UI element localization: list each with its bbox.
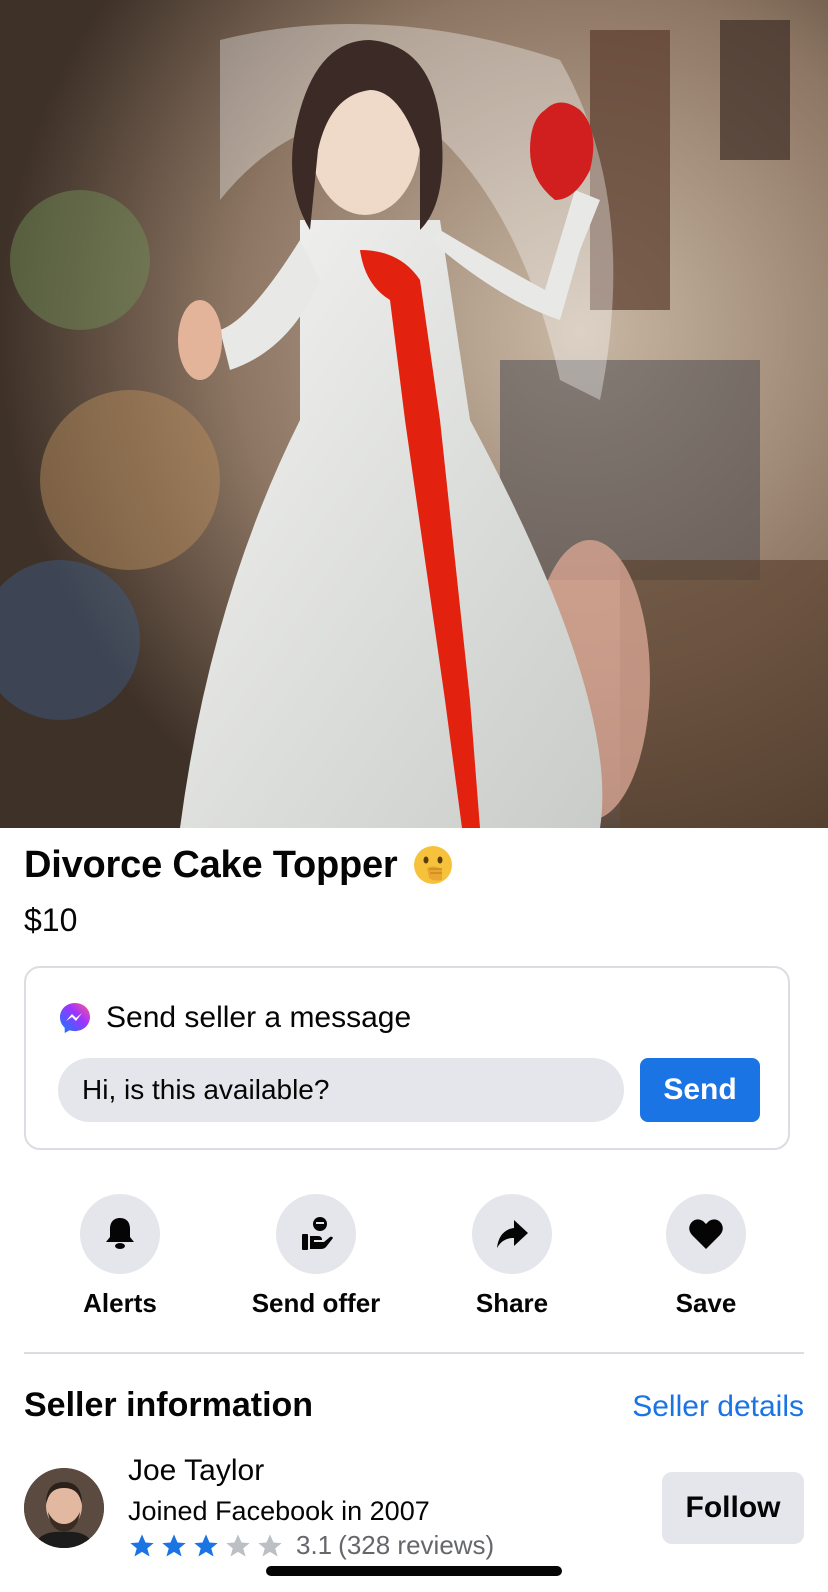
follow-button[interactable]: Follow: [662, 1472, 804, 1544]
save-button[interactable]: Save: [616, 1194, 796, 1320]
cake-topper-illustration: [0, 0, 828, 828]
product-photo: [0, 0, 828, 828]
alerts-button[interactable]: Alerts: [30, 1194, 210, 1320]
share-circle[interactable]: [472, 1194, 552, 1274]
heart-icon: [689, 1219, 723, 1249]
seller-details-link[interactable]: Seller details: [632, 1388, 804, 1426]
send-offer-label: Send offer: [251, 1288, 381, 1318]
star-icon: [226, 1533, 250, 1556]
share-arrow-icon: [497, 1220, 528, 1248]
save-circle[interactable]: [666, 1194, 746, 1274]
send-button[interactable]: Send: [640, 1058, 760, 1122]
review-count[interactable]: (328 reviews): [338, 1530, 494, 1561]
listing-title: Divorce Cake Topper: [24, 844, 398, 886]
home-indicator: [266, 1566, 562, 1576]
seller-rating: 3.1 (328 reviews): [128, 1530, 494, 1561]
seller-information-heading: Seller information: [24, 1386, 314, 1424]
share-button[interactable]: Share: [422, 1194, 602, 1320]
share-label: Share: [475, 1288, 549, 1318]
message-card-heading: Send seller a message: [106, 1001, 412, 1034]
star-icon: [162, 1533, 186, 1556]
rating-value: 3.1: [296, 1530, 333, 1560]
messenger-icon: [60, 1003, 90, 1033]
star-icon: [194, 1533, 218, 1556]
star-icon: [130, 1533, 154, 1556]
bell-icon: [106, 1218, 134, 1249]
avatar[interactable]: [24, 1468, 104, 1548]
listing-title-row: Divorce Cake Topper: [24, 842, 454, 888]
offer-hand-icon: [302, 1217, 333, 1250]
send-offer-button[interactable]: Send offer: [226, 1194, 406, 1320]
listing-price: $10: [24, 902, 78, 938]
alerts-circle[interactable]: [80, 1194, 160, 1274]
save-label: Save: [675, 1288, 737, 1318]
message-input[interactable]: Hi, is this available?: [58, 1058, 624, 1122]
seller-joined-date: Joined Facebook in 2007: [128, 1496, 430, 1526]
message-card-header: Send seller a message: [58, 998, 411, 1038]
action-bar: Alerts Send offer Share Save: [0, 1194, 828, 1334]
face-with-hand-over-mouth-icon: [413, 846, 452, 884]
section-divider: [24, 1352, 804, 1354]
seller-name[interactable]: Joe Taylor: [128, 1452, 264, 1490]
message-seller-card: Send seller a message Hi, is this availa…: [24, 966, 790, 1150]
avatar-image: [24, 1468, 104, 1548]
send-offer-circle[interactable]: [276, 1194, 356, 1274]
star-icon: [258, 1533, 282, 1556]
alerts-label: Alerts: [83, 1288, 157, 1318]
